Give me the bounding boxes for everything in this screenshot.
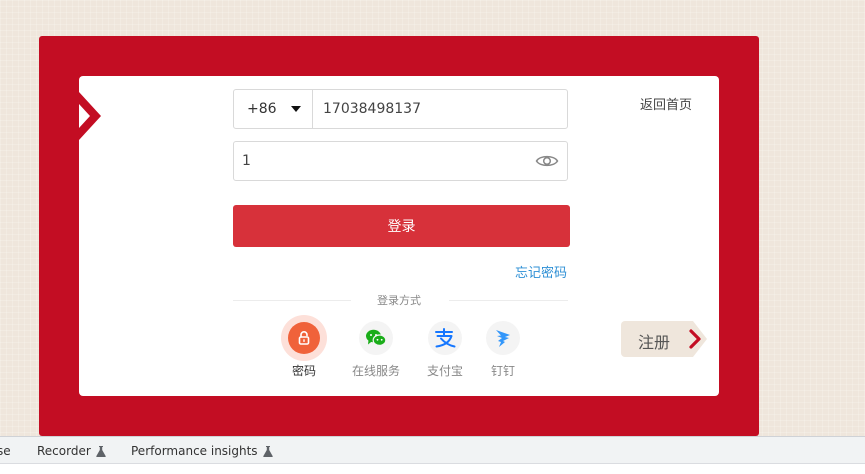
divider-right bbox=[449, 300, 568, 301]
devtools-tab-performance-insights-label: Performance insights bbox=[131, 444, 258, 458]
country-code-select[interactable]: +86 bbox=[234, 90, 313, 128]
password-field bbox=[233, 141, 568, 181]
home-link[interactable]: 返回首页 bbox=[640, 94, 692, 113]
method-password[interactable]: 密码 bbox=[269, 315, 339, 379]
phone-field: +86 bbox=[233, 89, 568, 129]
flask-icon bbox=[262, 445, 273, 457]
devtools-tab-bar: se Recorder Performance insights bbox=[0, 436, 865, 464]
alipay-icon bbox=[435, 328, 456, 348]
password-input[interactable] bbox=[234, 142, 535, 180]
divider-left bbox=[233, 300, 351, 301]
dingtalk-icon bbox=[496, 330, 510, 347]
method-dingtalk-circle bbox=[486, 321, 520, 355]
register-tag[interactable]: 注册 bbox=[621, 321, 707, 357]
devtools-tab-recorder-label: Recorder bbox=[37, 444, 91, 458]
lock-icon bbox=[298, 331, 310, 345]
flask-icon bbox=[96, 445, 106, 457]
method-password-circle bbox=[281, 315, 327, 361]
method-dingtalk-label: 钉钉 bbox=[490, 364, 515, 378]
country-code-value: +86 bbox=[247, 101, 277, 117]
register-label: 注册 bbox=[638, 333, 671, 352]
devtools-tab-partial[interactable]: se bbox=[0, 444, 11, 458]
chevron-right-icon bbox=[79, 92, 101, 140]
eye-icon[interactable] bbox=[535, 153, 559, 169]
method-online-service-label: 在线服务 bbox=[351, 364, 400, 378]
devtools-tab-performance-insights[interactable]: Performance insights bbox=[131, 444, 273, 458]
method-password-label: 密码 bbox=[291, 364, 316, 378]
devtools-tab-partial-label: se bbox=[0, 444, 11, 458]
devtools-tab-recorder[interactable]: Recorder bbox=[37, 444, 106, 458]
devtools-panel-area bbox=[0, 464, 865, 474]
wechat-icon bbox=[366, 329, 387, 346]
phone-input[interactable] bbox=[313, 90, 567, 128]
login-methods-label: 登录方式 bbox=[377, 294, 421, 307]
method-dingtalk[interactable]: 钉钉 bbox=[468, 321, 538, 379]
method-alipay-circle bbox=[428, 321, 462, 355]
caret-down-icon bbox=[291, 106, 301, 112]
method-online-service-circle bbox=[359, 321, 393, 355]
login-button[interactable]: 登录 bbox=[233, 205, 570, 247]
forgot-password-link[interactable]: 忘记密码 bbox=[515, 262, 567, 281]
login-card: 返回首页 +86 登录 忘记密码 登录方式 密码 bbox=[79, 76, 719, 396]
method-online-service[interactable]: 在线服务 bbox=[341, 321, 411, 379]
